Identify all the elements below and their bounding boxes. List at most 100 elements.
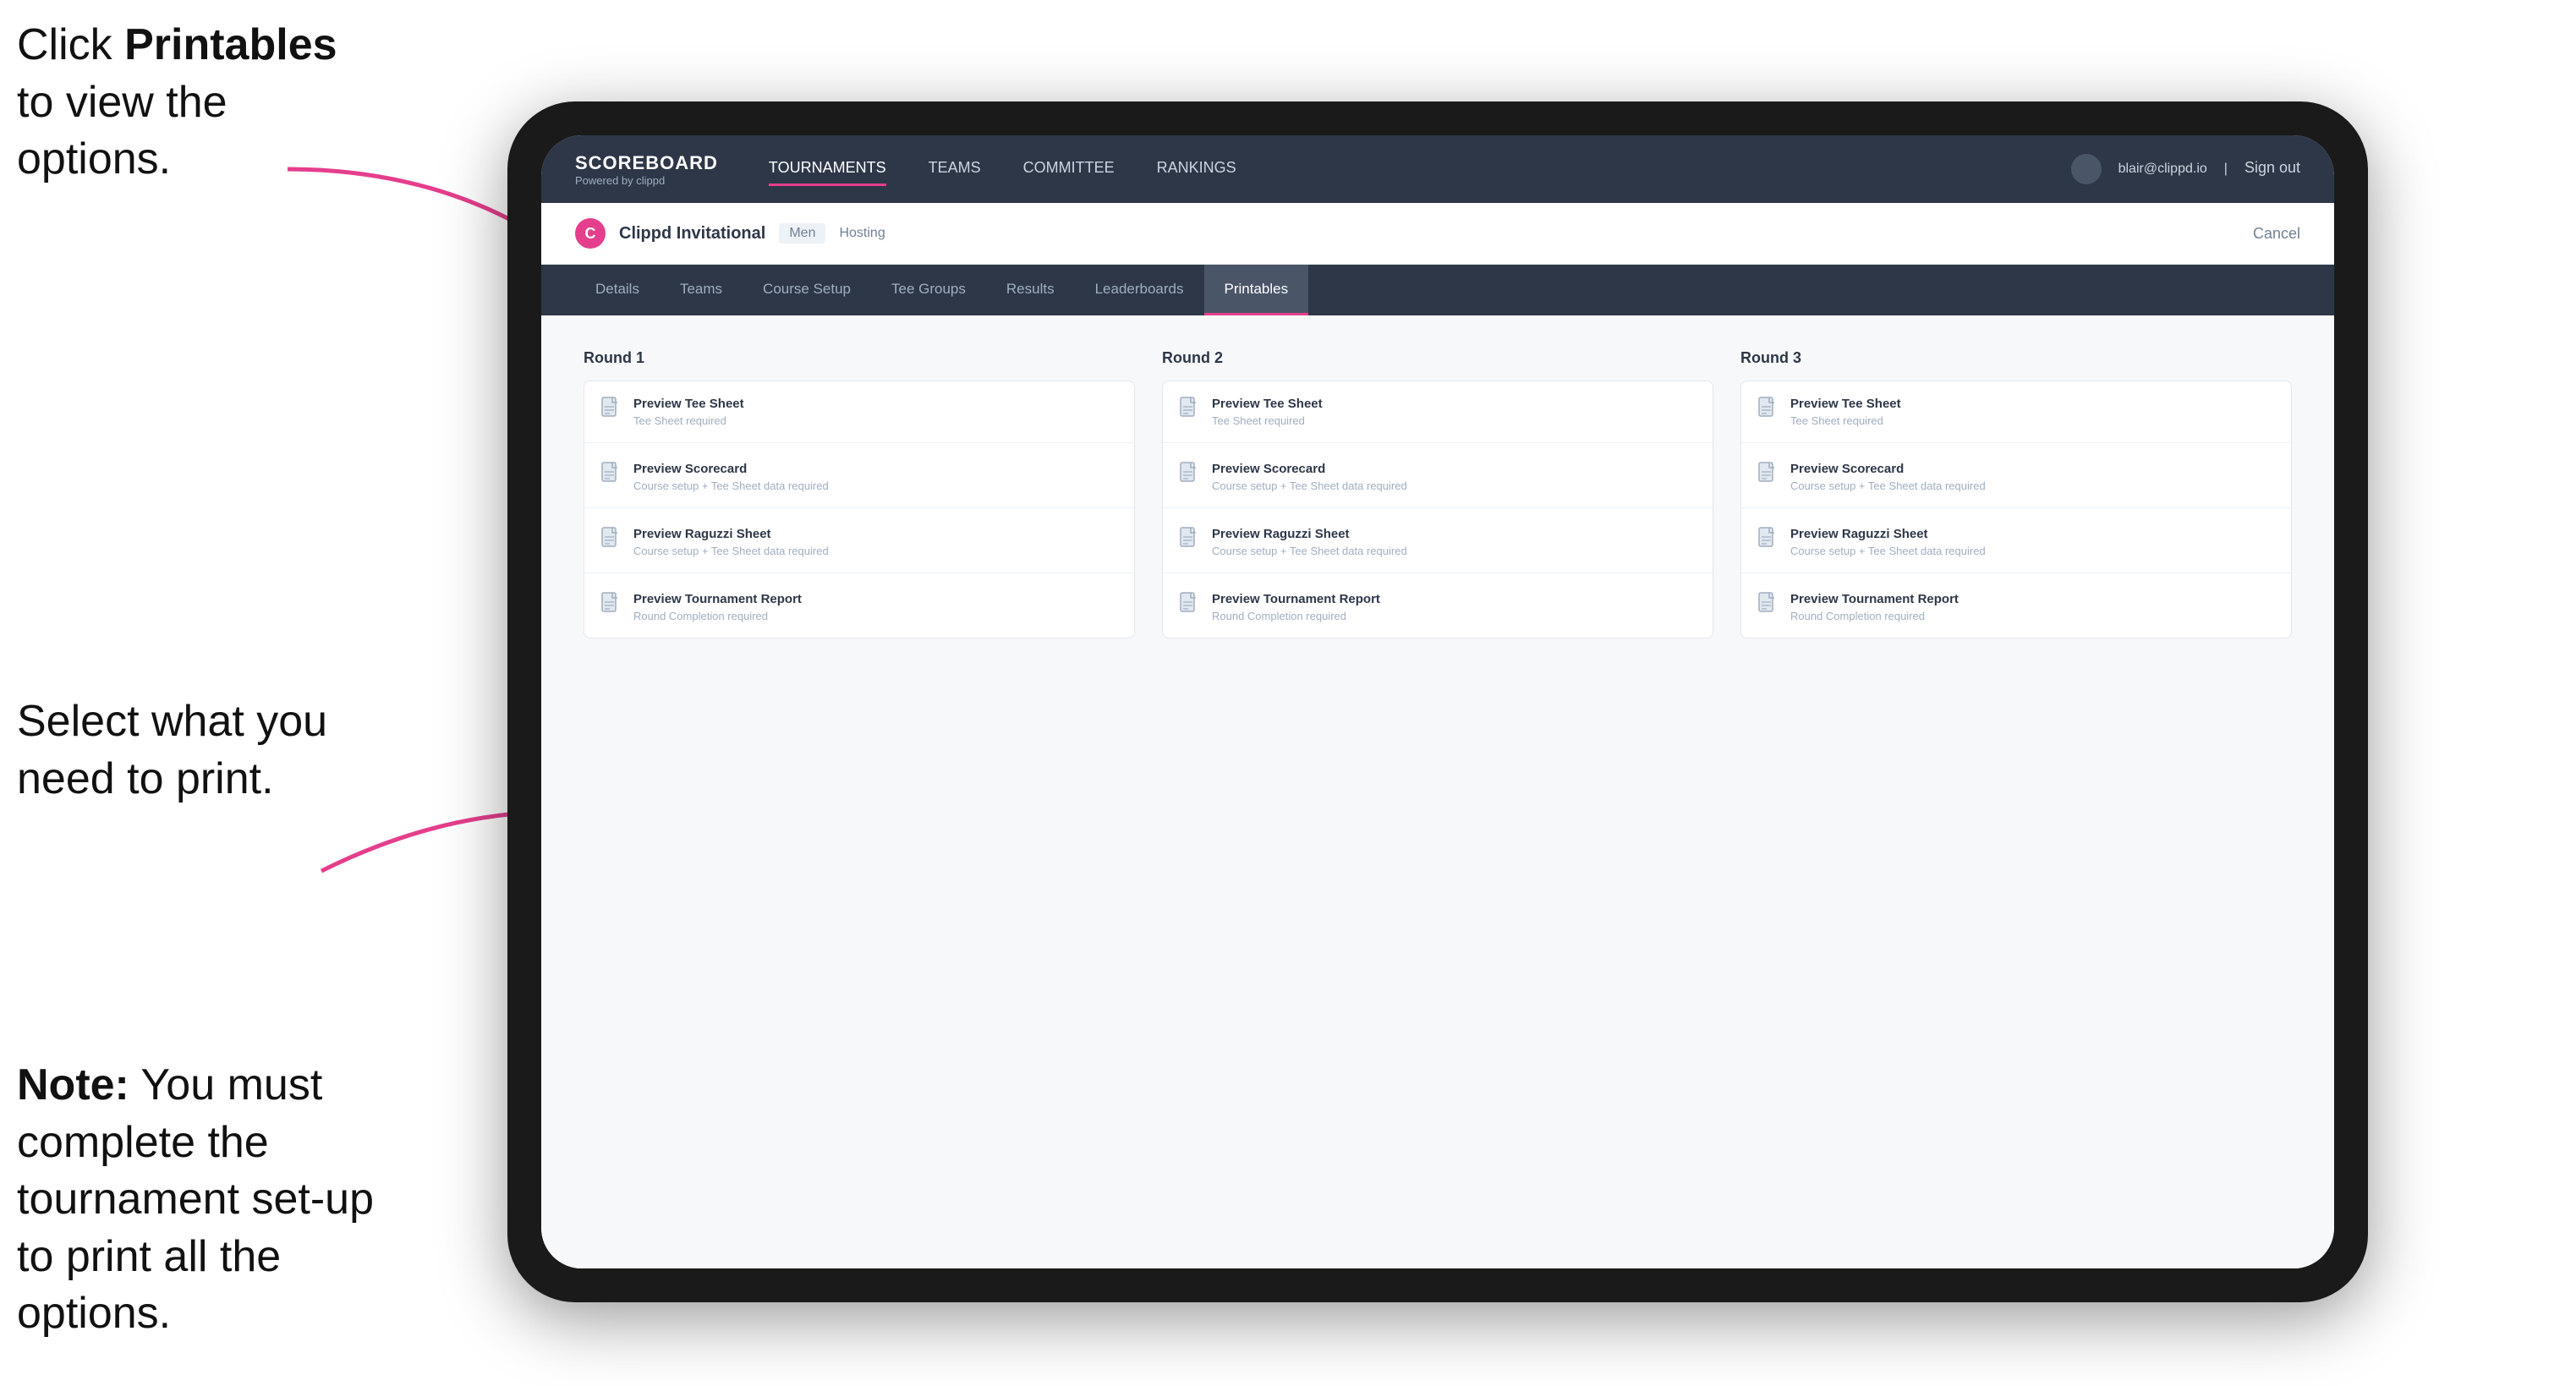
print-card-r2-2[interactable]: Preview Scorecard Course setup + Tee Shee… <box>1163 446 1713 508</box>
print-card-title-r2-4: Preview Tournament Report <box>1212 592 1696 606</box>
print-card-text-r2-3: Preview Raguzzi Sheet Course setup + Tee … <box>1212 527 1696 557</box>
user-avatar <box>2071 154 2102 184</box>
print-card-r1-1[interactable]: Preview Tee Sheet Tee Sheet required <box>584 381 1134 443</box>
instruction-top: Click Printables to view the options. <box>17 17 372 189</box>
print-card-text-r2-1: Preview Tee SheetTee Sheet required <box>1212 397 1696 427</box>
print-card-text-r3-3: Preview Raguzzi Sheet Course setup + Tee … <box>1790 527 2274 557</box>
tab-course-setup[interactable]: Course Setup <box>743 265 871 315</box>
print-card-title-r1-2: Preview Scorecard <box>633 462 1117 476</box>
document-icon-r3-2 <box>1758 462 1777 490</box>
hosting-label: Hosting <box>839 226 885 241</box>
print-card-text-r3-1: Preview Tee Sheet Tee Sheet required <box>1790 397 2274 427</box>
print-card-title-r2-1: Preview Tee Sheet <box>1212 397 1696 411</box>
round-1-title: Round 1 <box>584 349 1135 367</box>
print-card-text-r2-4: Preview Tournament Report Round Completio… <box>1212 592 1696 622</box>
tab-printables[interactable]: Printables <box>1204 265 1309 315</box>
document-icon-r3-3 <box>1758 527 1777 555</box>
brand-subtitle: Powered by clippd <box>575 174 718 187</box>
print-card-r1-4[interactable]: Preview Tournament Report Round Completio… <box>584 577 1134 638</box>
print-card-title-r3-4: Preview Tournament Report <box>1790 592 2274 606</box>
tab-results[interactable]: Results <box>986 265 1075 315</box>
tablet-device: SCOREBOARD Powered by clippd TOURNAMENTS… <box>507 101 2368 1302</box>
main-content: Round 1 Preview Tee Sheet Tee Sheet requi… <box>541 315 2334 1268</box>
print-card-text-r1-2: Preview Scorecard Course setup + Tee Shee… <box>633 462 1117 492</box>
cancel-button[interactable]: Cancel <box>2253 225 2300 243</box>
print-card-r2-4[interactable]: Preview Tournament Report Round Completio… <box>1163 577 1713 638</box>
nav-rankings[interactable]: RANKINGS <box>1157 152 1236 186</box>
print-card-r3-4[interactable]: Preview Tournament Report Round Completio… <box>1741 577 2291 638</box>
print-card-sub-r3-3: Course setup + Tee Sheet data required <box>1790 545 2274 557</box>
round-1-cards: Preview Tee Sheet Tee Sheet required Prev… <box>584 381 1135 638</box>
round-2-section: Round 2 Preview Tee SheetTee Sheet requi… <box>1162 349 1713 638</box>
tournament-name: Clippd Invitational <box>619 224 765 244</box>
print-card-text-r1-4: Preview Tournament Report Round Completio… <box>633 592 1117 622</box>
tab-leaderboards[interactable]: Leaderboards <box>1075 265 1204 315</box>
print-card-r3-3[interactable]: Preview Raguzzi Sheet Course setup + Tee … <box>1741 512 2291 573</box>
print-card-r3-2[interactable]: Preview ScorecardCourse setup + Tee Shee… <box>1741 446 2291 508</box>
document-icon-r1-3 <box>601 527 620 555</box>
tab-teams[interactable]: Teams <box>660 265 743 315</box>
document-icon-r2-4 <box>1180 592 1198 620</box>
tablet-screen: SCOREBOARD Powered by clippd TOURNAMENTS… <box>541 135 2334 1268</box>
print-card-title-r2-2: Preview Scorecard <box>1212 462 1696 476</box>
print-card-sub-r1-1: Tee Sheet required <box>633 414 1117 427</box>
tournament-tag: Men <box>779 223 825 244</box>
print-card-sub-r3-1: Tee Sheet required <box>1790 414 2274 427</box>
round-3-title: Round 3 <box>1740 349 2292 367</box>
print-card-sub-r2-2: Course setup + Tee Sheet data required <box>1212 479 1696 492</box>
round-2-title: Round 2 <box>1162 349 1713 367</box>
print-card-title-r1-1: Preview Tee Sheet <box>633 397 1117 411</box>
sub-navigation: Details Teams Course Setup Tee Groups Re… <box>541 265 2334 315</box>
tab-tee-groups[interactable]: Tee Groups <box>871 265 986 315</box>
print-card-r2-3[interactable]: Preview Raguzzi Sheet Course setup + Tee … <box>1163 512 1713 573</box>
nav-tournaments[interactable]: TOURNAMENTS <box>769 152 886 186</box>
document-icon-r3-1 <box>1758 397 1777 425</box>
document-icon-r1-4 <box>601 592 620 620</box>
sign-out-link[interactable]: Sign out <box>2244 152 2300 186</box>
top-nav-links: TOURNAMENTS TEAMS COMMITTEE RANKINGS <box>769 152 2071 186</box>
print-card-r2-1[interactable]: Preview Tee SheetTee Sheet required <box>1163 381 1713 443</box>
print-card-title-r3-3: Preview Raguzzi Sheet <box>1790 527 2274 541</box>
document-icon-r1-1 <box>601 397 620 425</box>
print-card-r1-3[interactable]: Preview Raguzzi Sheet Course setup + Tee … <box>584 512 1134 573</box>
print-card-text-r3-4: Preview Tournament Report Round Completio… <box>1790 592 2274 622</box>
print-card-text-r1-1: Preview Tee Sheet Tee Sheet required <box>633 397 1117 427</box>
round-3-section: Round 3 Preview Tee Sheet Tee Sheet requi… <box>1740 349 2292 638</box>
rounds-grid: Round 1 Preview Tee Sheet Tee Sheet requi… <box>584 349 2292 638</box>
print-card-text-r1-3: Preview Raguzzi Sheet Course setup + Tee … <box>633 527 1117 557</box>
instruction-bottom: Note: You must complete the tournament s… <box>17 1057 406 1343</box>
tournament-header: C Clippd Invitational Men Hosting Cancel <box>541 203 2334 265</box>
instruction-middle: Select what you need to print. <box>17 693 372 808</box>
document-icon-r1-2 <box>601 462 620 490</box>
round-1-section: Round 1 Preview Tee Sheet Tee Sheet requi… <box>584 349 1135 638</box>
print-card-text-r3-2: Preview ScorecardCourse setup + Tee Shee… <box>1790 462 2274 492</box>
tournament-info: C Clippd Invitational Men Hosting <box>575 218 885 249</box>
print-card-sub-r2-3: Course setup + Tee Sheet data required <box>1212 545 1696 557</box>
print-card-sub-r3-4: Round Completion required <box>1790 610 2274 622</box>
print-card-title-r3-1: Preview Tee Sheet <box>1790 397 2274 411</box>
print-card-r1-2[interactable]: Preview Scorecard Course setup + Tee Shee… <box>584 446 1134 508</box>
print-card-title-r1-4: Preview Tournament Report <box>633 592 1117 606</box>
round-2-cards: Preview Tee SheetTee Sheet required Prev… <box>1162 381 1713 638</box>
print-card-r3-1[interactable]: Preview Tee Sheet Tee Sheet required <box>1741 381 2291 443</box>
print-card-title-r2-3: Preview Raguzzi Sheet <box>1212 527 1696 541</box>
print-card-sub-r1-4: Round Completion required <box>633 610 1117 622</box>
print-card-sub-r1-2: Course setup + Tee Sheet data required <box>633 479 1117 492</box>
tournament-logo: C <box>575 218 606 249</box>
print-card-sub-r2-4: Round Completion required <box>1212 610 1696 622</box>
note-keyword: Note: <box>17 1060 129 1109</box>
nav-teams[interactable]: TEAMS <box>929 152 981 186</box>
tab-details[interactable]: Details <box>575 265 660 315</box>
brand-title: SCOREBOARD <box>575 152 718 174</box>
print-card-title-r1-3: Preview Raguzzi Sheet <box>633 527 1117 541</box>
sign-out-separator: | <box>2224 162 2228 177</box>
nav-committee[interactable]: COMMITTEE <box>1023 152 1115 186</box>
document-icon-r2-1 <box>1180 397 1198 425</box>
top-nav-right: blair@clippd.io | Sign out <box>2071 152 2300 186</box>
document-icon-r2-3 <box>1180 527 1198 555</box>
brand: SCOREBOARD Powered by clippd <box>575 152 718 187</box>
document-icon-r2-2 <box>1180 462 1198 490</box>
print-card-sub-r1-3: Course setup + Tee Sheet data required <box>633 545 1117 557</box>
user-email: blair@clippd.io <box>2118 162 2207 177</box>
print-card-title-r3-2: Preview Scorecard <box>1790 462 2274 476</box>
